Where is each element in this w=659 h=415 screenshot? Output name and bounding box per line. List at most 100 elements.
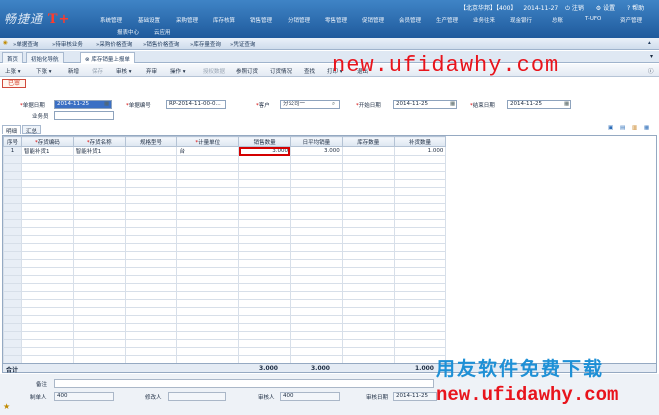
empty-cell[interactable] [393, 227, 447, 236]
empty-cell[interactable] [124, 283, 178, 292]
menu-ufo[interactable]: T-UFO [585, 16, 601, 22]
empty-cell[interactable] [341, 267, 395, 276]
empty-cell[interactable] [20, 187, 74, 196]
empty-cell[interactable] [393, 315, 447, 324]
quick-sales-price[interactable]: »销售价格查询 [143, 40, 179, 48]
empty-row[interactable] [3, 187, 656, 196]
empty-cell[interactable] [124, 195, 178, 204]
empty-row[interactable] [3, 195, 656, 204]
empty-cell[interactable] [238, 307, 291, 316]
empty-cell[interactable] [72, 259, 126, 268]
tab-stock-sales-report[interactable]: ⊗ 库存销量上报单 [80, 52, 135, 63]
empty-cell[interactable] [176, 211, 240, 220]
empty-row[interactable] [3, 163, 656, 172]
empty-cell[interactable] [20, 219, 74, 228]
grid-tool-icon-1[interactable]: ▣ [608, 125, 613, 131]
empty-cell[interactable] [72, 187, 126, 196]
empty-cell[interactable] [341, 235, 395, 244]
remark-field[interactable] [54, 379, 434, 388]
empty-cell[interactable] [3, 251, 22, 260]
empty-row[interactable] [3, 291, 656, 300]
empty-cell[interactable] [72, 171, 126, 180]
empty-cell[interactable] [393, 251, 447, 260]
empty-cell[interactable] [72, 235, 126, 244]
empty-cell[interactable] [289, 283, 343, 292]
empty-cell[interactable] [124, 171, 178, 180]
empty-cell[interactable] [3, 291, 22, 300]
empty-cell[interactable] [124, 251, 178, 260]
empty-row[interactable] [3, 275, 656, 284]
cell-daily-avg[interactable]: 3.000 [289, 146, 343, 156]
empty-cell[interactable] [3, 155, 22, 164]
empty-cell[interactable] [20, 155, 74, 164]
empty-cell[interactable] [341, 179, 395, 188]
empty-row[interactable] [3, 283, 656, 292]
empty-cell[interactable] [124, 331, 178, 340]
empty-cell[interactable] [72, 339, 126, 348]
empty-cell[interactable] [3, 323, 22, 332]
empty-cell[interactable] [72, 299, 126, 308]
empty-cell[interactable] [124, 307, 178, 316]
menu-purchase[interactable]: 采购管理 [176, 16, 198, 24]
empty-cell[interactable] [393, 283, 447, 292]
empty-cell[interactable] [72, 227, 126, 236]
help-link[interactable]: ? 帮助 [627, 5, 649, 12]
end-date-field[interactable]: 2014-11-25 [507, 100, 571, 109]
grid-tool-icon-4[interactable]: ▦ [644, 125, 649, 131]
empty-cell[interactable] [341, 259, 395, 268]
empty-row[interactable] [3, 339, 656, 348]
tab-home[interactable]: 首页 [2, 52, 24, 63]
empty-cell[interactable] [238, 171, 291, 180]
empty-cell[interactable] [289, 315, 343, 324]
empty-cell[interactable] [341, 251, 395, 260]
empty-cell[interactable] [20, 323, 74, 332]
empty-cell[interactable] [341, 195, 395, 204]
empty-cell[interactable] [72, 275, 126, 284]
empty-cell[interactable] [72, 315, 126, 324]
empty-cell[interactable] [238, 195, 291, 204]
empty-cell[interactable] [289, 171, 343, 180]
empty-cell[interactable] [176, 227, 240, 236]
empty-cell[interactable] [176, 323, 240, 332]
empty-row[interactable] [3, 211, 656, 220]
empty-cell[interactable] [3, 267, 22, 276]
empty-cell[interactable] [176, 195, 240, 204]
empty-cell[interactable] [176, 267, 240, 276]
empty-cell[interactable] [72, 243, 126, 252]
find-button[interactable]: 查找 [304, 67, 315, 75]
empty-cell[interactable] [72, 203, 126, 212]
empty-cell[interactable] [238, 267, 291, 276]
empty-cell[interactable] [20, 259, 74, 268]
empty-cell[interactable] [20, 227, 74, 236]
empty-cell[interactable] [341, 163, 395, 172]
empty-cell[interactable] [20, 275, 74, 284]
empty-cell[interactable] [341, 155, 395, 164]
empty-cell[interactable] [124, 187, 178, 196]
empty-cell[interactable] [3, 211, 22, 220]
empty-cell[interactable] [289, 155, 343, 164]
empty-cell[interactable] [3, 259, 22, 268]
empty-row[interactable] [3, 307, 656, 316]
cell-unit[interactable]: 台 [176, 146, 240, 156]
operation-button[interactable]: 操作 ▾ [170, 67, 186, 75]
quick-purchase-price[interactable]: »采购价格查询 [96, 40, 132, 48]
empty-cell[interactable] [20, 179, 74, 188]
toolbar-help-icon[interactable]: ⓘ [648, 67, 654, 75]
cell-stock-qty[interactable] [341, 146, 395, 156]
empty-row[interactable] [3, 251, 656, 260]
empty-cell[interactable] [3, 219, 22, 228]
empty-cell[interactable] [3, 171, 22, 180]
empty-cell[interactable] [3, 299, 22, 308]
empty-cell[interactable] [393, 195, 447, 204]
empty-cell[interactable] [393, 331, 447, 340]
empty-cell[interactable] [176, 243, 240, 252]
empty-cell[interactable] [20, 195, 74, 204]
empty-cell[interactable] [20, 307, 74, 316]
audit-button[interactable]: 审核 ▾ [116, 67, 132, 75]
empty-cell[interactable] [341, 291, 395, 300]
empty-cell[interactable] [20, 163, 74, 172]
empty-cell[interactable] [341, 187, 395, 196]
empty-row[interactable] [3, 259, 656, 268]
empty-cell[interactable] [176, 171, 240, 180]
empty-cell[interactable] [20, 243, 74, 252]
